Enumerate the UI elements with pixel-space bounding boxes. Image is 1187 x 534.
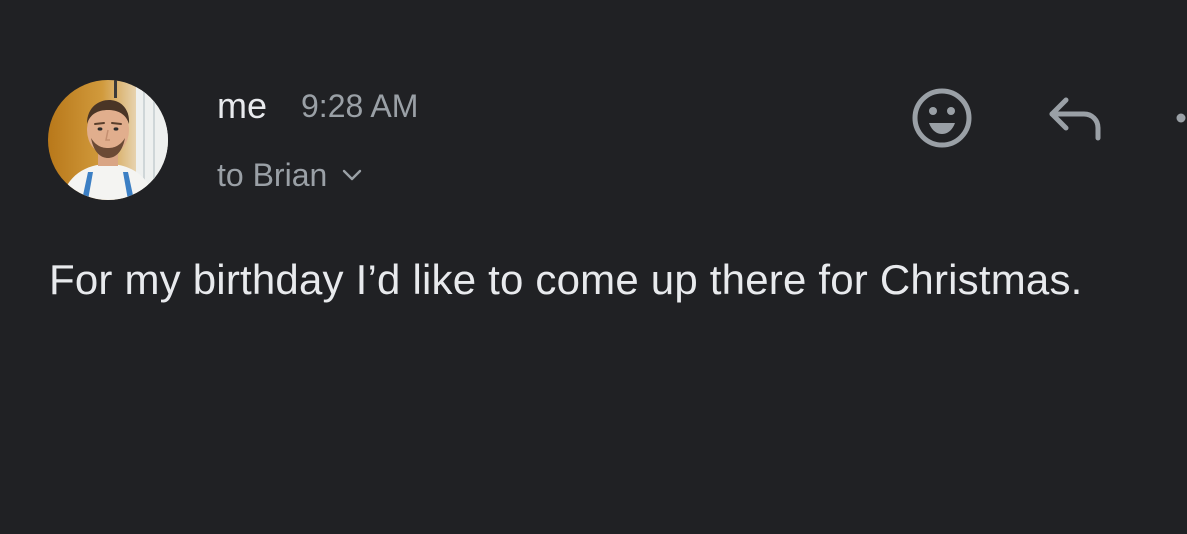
add-reaction-button[interactable]: [906, 82, 978, 154]
smiley-icon: [912, 88, 972, 148]
more-options-button[interactable]: [1166, 96, 1187, 140]
recipient-label: to Brian: [217, 157, 328, 193]
more-vert-icon: [1176, 113, 1186, 123]
avatar-photo: [48, 80, 168, 200]
sender-avatar[interactable]: [48, 80, 168, 200]
email-message-view: me 9:28 AM to Brian For my birthday I’d …: [0, 0, 1187, 534]
reply-button[interactable]: [1038, 86, 1110, 150]
message-body: For my birthday I’d like to come up ther…: [49, 256, 1083, 303]
chevron-down-icon: [341, 168, 363, 182]
sent-time: 9:28 AM: [301, 88, 419, 124]
recipient-details-toggle[interactable]: to Brian: [217, 154, 363, 196]
reply-icon: [1049, 97, 1101, 141]
sender-name: me: [217, 85, 268, 126]
